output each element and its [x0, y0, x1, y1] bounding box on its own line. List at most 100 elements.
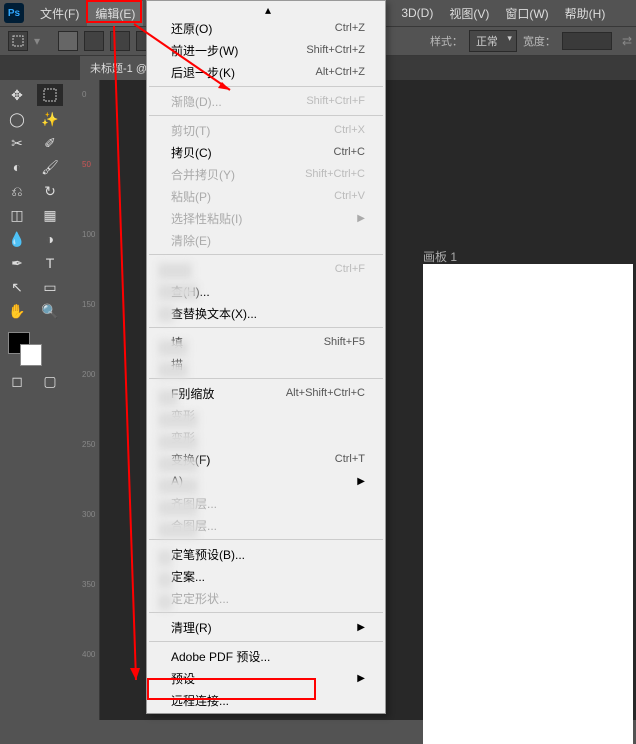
menu-shortcut: Shift+Ctrl+Z	[306, 44, 365, 56]
screenmode-tool[interactable]: ▢	[37, 370, 63, 392]
menu-separator	[149, 612, 383, 613]
menu-item-10: 选择性粘贴(I) ▶	[147, 207, 385, 229]
menu-shortcut: Ctrl+T	[335, 453, 365, 465]
marquee-tool[interactable]	[37, 84, 63, 106]
menu-item-label: 粘贴(P)	[171, 188, 211, 205]
menu-item-label: 定案...	[171, 568, 205, 585]
menu-shortcut: Ctrl+X	[334, 124, 365, 136]
menu-item-11: 清除(E)	[147, 229, 385, 251]
eyedropper-tool[interactable]: ✐	[37, 132, 63, 154]
hand-tool[interactable]: ✋	[4, 300, 30, 322]
menu-item-4: 渐隐(D)... Shift+Ctrl+F	[147, 90, 385, 112]
artboard-label: 画板 1	[423, 248, 457, 265]
brush-tool[interactable]: 🖌	[37, 156, 63, 178]
menu-item-32[interactable]: 清理(R) ▶	[147, 616, 385, 638]
tools-panel: ✥ ◯ ✨ ✂ ✐ ◐ 🖌 ⎌ ↻ ◫ ▦ 💧 ◑ ✒ T ↖ ▭ ✋ 🔍 ◻ …	[0, 80, 72, 396]
menu-item-2[interactable]: 后退一步(K) Alt+Ctrl+Z	[147, 61, 385, 83]
menu-shortcut: Shift+F5	[324, 336, 365, 348]
selection-new-icon[interactable]	[58, 31, 78, 51]
submenu-arrow-icon: ▶	[357, 476, 365, 487]
menu-view[interactable]: 视图(V)	[441, 1, 497, 26]
lasso-tool[interactable]: ◯	[4, 108, 30, 130]
move-tool[interactable]: ✥	[4, 84, 30, 106]
submenu-arrow-icon: ▶	[357, 673, 365, 684]
menu-item-28[interactable]: 定笔预设(B)...	[147, 543, 385, 565]
menu-scroll-up-icon[interactable]: ▴	[147, 3, 385, 17]
menu-item-label: 定定形状...	[171, 590, 229, 607]
menu-window[interactable]: 窗口(W)	[497, 1, 556, 26]
menu-shortcut: Ctrl+Z	[335, 22, 365, 34]
pen-tool[interactable]: ✒	[4, 252, 30, 274]
menu-item-15[interactable]: 查替换文本(X)...	[147, 302, 385, 324]
menu-item-label: 还原(O)	[171, 20, 212, 37]
crop-tool[interactable]: ✂	[4, 132, 30, 154]
menu-separator	[149, 539, 383, 540]
menu-item-label: 合并拷贝(Y)	[171, 166, 235, 183]
artboard[interactable]	[423, 264, 633, 744]
ps-logo: Ps	[4, 3, 24, 23]
menu-item-34[interactable]: Adobe PDF 预设...	[147, 645, 385, 667]
menu-item-0[interactable]: 还原(O) Ctrl+Z	[147, 17, 385, 39]
background-color[interactable]	[20, 344, 42, 366]
eraser-tool[interactable]: ◫	[4, 204, 30, 226]
marquee-preset-icon[interactable]	[8, 31, 28, 51]
magic-wand-tool[interactable]: ✨	[37, 108, 63, 130]
menu-item-label: 定笔预设(B)...	[171, 546, 245, 563]
menu-item-label: 后退一步(K)	[171, 64, 235, 81]
width-input[interactable]	[562, 32, 612, 50]
type-tool[interactable]: T	[37, 252, 63, 274]
menu-item-label: 前进一步(W)	[171, 42, 238, 59]
history-brush-tool[interactable]: ↻	[37, 180, 63, 202]
menu-item-8: 合并拷贝(Y) Shift+Ctrl+C	[147, 163, 385, 185]
menu-item-35[interactable]: 预设▶	[147, 667, 385, 689]
blur-tool[interactable]: 💧	[4, 228, 30, 250]
path-tool[interactable]: ↖	[4, 276, 30, 298]
menu-item-9: 粘贴(P) Ctrl+V	[147, 185, 385, 207]
menu-help[interactable]: 帮助(H)	[557, 1, 614, 26]
menu-item-label: 选择性粘贴(I)	[171, 210, 242, 227]
gradient-tool[interactable]: ▦	[37, 204, 63, 226]
menu-separator	[149, 254, 383, 255]
menu-item-1[interactable]: 前进一步(W) Shift+Ctrl+Z	[147, 39, 385, 61]
menu-shortcut: Alt+Ctrl+Z	[315, 66, 365, 78]
menu-item-29[interactable]: 定案...	[147, 565, 385, 587]
menu-shortcut: Shift+Ctrl+C	[305, 168, 365, 180]
menu-3d[interactable]: 3D(D)	[393, 2, 441, 24]
menu-edit[interactable]: 编辑(E)	[87, 1, 143, 26]
menu-file[interactable]: 文件(F)	[32, 1, 87, 26]
submenu-arrow-icon: ▶	[357, 622, 365, 633]
style-label: 样式：	[430, 33, 463, 49]
menu-shortcut: Ctrl+C	[334, 146, 365, 158]
menu-item-36[interactable]: 远程连接...	[147, 689, 385, 711]
selection-subtract-icon[interactable]	[110, 31, 130, 51]
menu-separator	[149, 641, 383, 642]
dodge-tool[interactable]: ◑	[37, 228, 63, 250]
menu-item-label: 剪切(T)	[171, 122, 210, 139]
menu-shortcut: Ctrl+V	[334, 190, 365, 202]
quickmask-tool[interactable]: ◻	[4, 370, 30, 392]
zoom-tool[interactable]: 🔍	[37, 300, 63, 322]
menu-item-label: 查替换文本(X)...	[171, 305, 257, 322]
menu-item-label: 远程连接...	[171, 692, 229, 709]
selection-add-icon[interactable]	[84, 31, 104, 51]
menu-item-label: 清理(R)	[171, 619, 212, 636]
menu-item-label: 拷贝(C)	[171, 144, 212, 161]
healing-tool[interactable]: ◐	[4, 156, 30, 178]
menu-item-20[interactable]: F别缩放Alt+Shift+Ctrl+C	[147, 382, 385, 404]
menu-shortcut: Shift+Ctrl+F	[306, 95, 365, 107]
menu-item-6: 剪切(T) Ctrl+X	[147, 119, 385, 141]
menu-item-7[interactable]: 拷贝(C) Ctrl+C	[147, 141, 385, 163]
shape-tool[interactable]: ▭	[37, 276, 63, 298]
menu-item-label: 清除(E)	[171, 232, 211, 249]
menu-separator	[149, 327, 383, 328]
menu-separator	[149, 378, 383, 379]
menu-shortcut: Ctrl+F	[335, 263, 365, 275]
style-dropdown[interactable]: 正常 ▾	[469, 30, 517, 52]
menu-separator	[149, 86, 383, 87]
submenu-arrow-icon: ▶	[357, 213, 365, 224]
edit-dropdown-menu: ▴ 还原(O) Ctrl+Z 前进一步(W) Shift+Ctrl+Z 后退一步(K) Al…	[146, 0, 386, 714]
menu-item-label: 渐隐(D)...	[171, 93, 222, 110]
width-label: 宽度：	[523, 33, 556, 49]
vertical-ruler: 0 50 100 150 200 250 300 350 400	[80, 80, 100, 720]
stamp-tool[interactable]: ⎌	[4, 180, 30, 202]
